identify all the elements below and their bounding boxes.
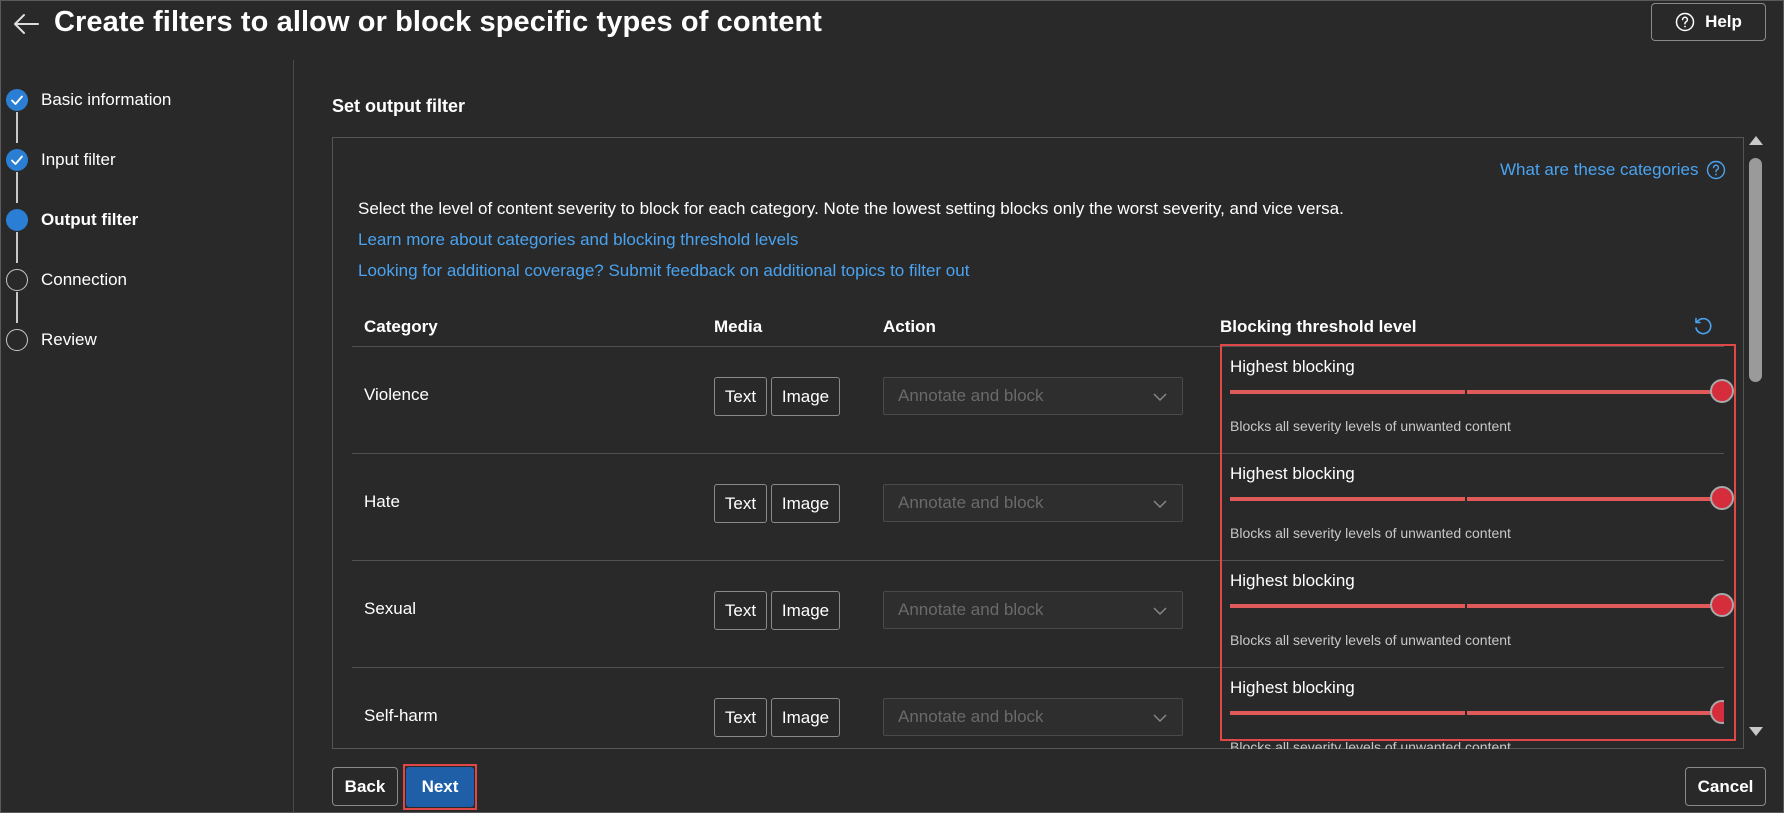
slider-step-mark: [1465, 497, 1467, 501]
step-connector: [16, 232, 18, 263]
action-dropdown[interactable]: Annotate and block: [883, 591, 1183, 629]
slider-knob[interactable]: [1710, 486, 1734, 510]
threshold-description: Blocks all severity levels of unwanted c…: [1230, 418, 1511, 434]
what-link-label: What are these categories: [1500, 160, 1699, 179]
step-label: Input filter: [41, 150, 116, 169]
checkmark-icon: [6, 89, 28, 111]
threshold-slider[interactable]: [1230, 379, 1734, 403]
current-step-dot-icon: [6, 209, 28, 231]
question-circle-icon: [1707, 160, 1726, 180]
step-review[interactable]: Review: [6, 329, 97, 351]
table-row: Self-harm Text Image Annotate and block …: [352, 668, 1724, 749]
scroll-down-arrow-icon[interactable]: [1749, 727, 1763, 736]
slider-step-mark: [1465, 711, 1467, 715]
step-label: Connection: [41, 270, 128, 289]
media-text-button[interactable]: Text: [714, 377, 767, 416]
step-output-filter[interactable]: Output filter: [6, 209, 138, 231]
step-connector: [16, 292, 18, 323]
slider-knob[interactable]: [1710, 593, 1734, 617]
scroll-up-arrow-icon[interactable]: [1749, 136, 1763, 145]
threshold-slider[interactable]: [1230, 486, 1734, 510]
cancel-button[interactable]: Cancel: [1685, 767, 1766, 806]
action-dropdown[interactable]: Annotate and block: [883, 698, 1183, 736]
what-are-categories-link[interactable]: What are these categories: [1500, 160, 1726, 180]
col-header-threshold: Blocking threshold level: [1220, 317, 1417, 336]
back-arrow-icon[interactable]: [12, 12, 40, 36]
media-image-button[interactable]: Image: [771, 591, 840, 630]
threshold-label: Highest blocking: [1230, 678, 1355, 697]
slider-knob[interactable]: [1710, 379, 1734, 403]
slider-step-mark: [1465, 604, 1467, 608]
threshold-label: Highest blocking: [1230, 357, 1355, 376]
pending-step-circle-icon: [6, 269, 28, 291]
description-text: Select the level of content severity to …: [358, 199, 1344, 218]
learn-more-link[interactable]: Learn more about categories and blocking…: [358, 230, 798, 250]
checkmark-icon: [6, 149, 28, 171]
action-value: Annotate and block: [898, 386, 1044, 405]
action-dropdown[interactable]: Annotate and block: [883, 377, 1183, 415]
category-label: Hate: [364, 492, 400, 511]
step-label: Review: [41, 330, 97, 349]
category-label: Sexual: [364, 599, 416, 618]
help-label: Help: [1705, 12, 1742, 31]
step-connection[interactable]: Connection: [6, 269, 127, 291]
table-row: Hate Text Image Annotate and block Highe…: [352, 454, 1734, 561]
col-header-action: Action: [883, 317, 936, 336]
col-header-category: Category: [364, 317, 438, 336]
threshold-description: Blocks all severity levels of unwanted c…: [1230, 632, 1511, 648]
table-row: Sexual Text Image Annotate and block Hig…: [352, 561, 1734, 668]
next-button[interactable]: Next: [406, 767, 474, 807]
steps-divider: [293, 60, 294, 813]
action-value: Annotate and block: [898, 600, 1044, 619]
step-label: Basic information: [41, 90, 172, 109]
media-text-button[interactable]: Text: [714, 698, 767, 737]
threshold-slider[interactable]: [1230, 700, 1724, 724]
chevron-down-icon: [1153, 607, 1167, 615]
media-image-button[interactable]: Image: [771, 698, 840, 737]
feedback-link[interactable]: Looking for additional coverage? Submit …: [358, 261, 969, 281]
threshold-description: Blocks all severity levels of unwanted c…: [1230, 739, 1511, 749]
page-title: Create filters to allow or block specifi…: [54, 6, 823, 38]
step-basic-information[interactable]: Basic information: [6, 89, 171, 111]
step-input-filter[interactable]: Input filter: [6, 149, 116, 171]
slider-step-mark: [1465, 390, 1467, 394]
reset-icon[interactable]: [1692, 316, 1714, 338]
step-label: Output filter: [41, 210, 139, 229]
back-button[interactable]: Back: [332, 767, 398, 806]
chevron-down-icon: [1153, 500, 1167, 508]
chevron-down-icon: [1153, 714, 1167, 722]
scrollbar-thumb[interactable]: [1749, 158, 1762, 382]
action-value: Annotate and block: [898, 707, 1044, 726]
pending-step-circle-icon: [6, 329, 28, 351]
slider-knob[interactable]: [1710, 700, 1724, 724]
threshold-label: Highest blocking: [1230, 464, 1355, 483]
help-button[interactable]: Help: [1651, 3, 1766, 41]
media-image-button[interactable]: Image: [771, 484, 840, 523]
question-circle-icon: [1675, 12, 1695, 32]
action-dropdown[interactable]: Annotate and block: [883, 484, 1183, 522]
step-connector: [16, 172, 18, 203]
threshold-label: Highest blocking: [1230, 571, 1355, 590]
category-label: Self-harm: [364, 706, 438, 725]
media-text-button[interactable]: Text: [714, 591, 767, 630]
section-title: Set output filter: [332, 96, 465, 116]
step-connector: [16, 112, 18, 143]
threshold-slider[interactable]: [1230, 593, 1734, 617]
media-text-button[interactable]: Text: [714, 484, 767, 523]
media-image-button[interactable]: Image: [771, 377, 840, 416]
threshold-description: Blocks all severity levels of unwanted c…: [1230, 525, 1511, 541]
category-label: Violence: [364, 385, 429, 404]
col-header-media: Media: [714, 317, 763, 336]
table-row: Violence Text Image Annotate and block H…: [352, 347, 1734, 454]
chevron-down-icon: [1153, 393, 1167, 401]
action-value: Annotate and block: [898, 493, 1044, 512]
